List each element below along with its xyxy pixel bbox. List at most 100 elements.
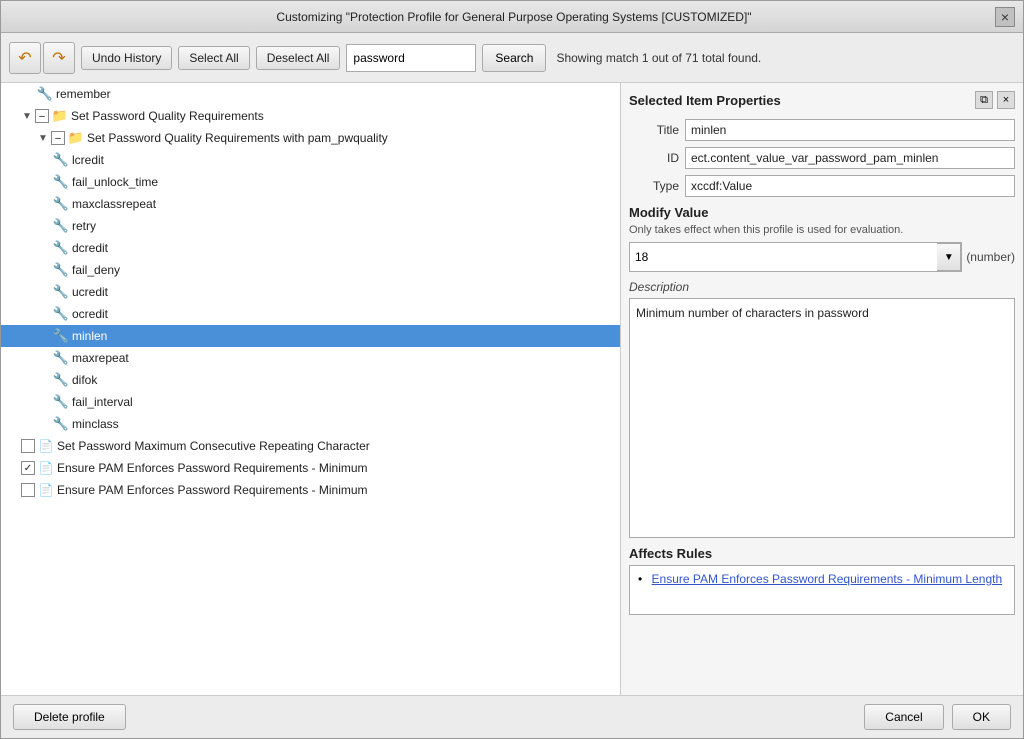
- delete-profile-button[interactable]: Delete profile: [13, 704, 126, 730]
- minus-checkbox: –: [35, 109, 49, 123]
- wrench-icon: 🔧: [53, 416, 69, 432]
- tree-item-label: difok: [72, 373, 97, 387]
- affects-section: Affects Rules • Ensure PAM Enforces Pass…: [629, 546, 1015, 615]
- tree-item-label: ocredit: [72, 307, 108, 321]
- bullet: •: [638, 572, 642, 586]
- wrench-icon: 🔧: [53, 284, 69, 300]
- ok-button[interactable]: OK: [952, 704, 1011, 730]
- undo-button[interactable]: ↶: [9, 42, 41, 74]
- checkbox-empty: [21, 483, 35, 497]
- undo-icon: ↶: [18, 48, 31, 68]
- tree-item-set-password-pam[interactable]: ▼ – 📁 Set Password Quality Requirements …: [1, 127, 620, 149]
- properties-close-button[interactable]: ×: [997, 91, 1015, 109]
- search-input[interactable]: [346, 44, 476, 72]
- cancel-button[interactable]: Cancel: [864, 704, 943, 730]
- toolbar: ↶ ↷ Undo History Select All Deselect All…: [1, 33, 1023, 83]
- description-box: Minimum number of characters in password: [629, 298, 1015, 538]
- value-row: ▼ (number): [629, 242, 1015, 272]
- tree-item-label: dcredit: [72, 241, 108, 255]
- checkbox-checked: ✓: [21, 461, 35, 475]
- close-button[interactable]: ×: [995, 7, 1015, 27]
- tree-item-label: maxclassrepeat: [72, 197, 156, 211]
- tree-item-fail-deny[interactable]: 🔧 fail_deny: [1, 259, 620, 281]
- id-field[interactable]: [685, 147, 1015, 169]
- tree-content[interactable]: 🔧 remember ▼ – 📁 Set Password Quality Re…: [1, 83, 620, 501]
- modify-value-title: Modify Value: [629, 205, 1015, 220]
- tree-item-label: minlen: [72, 329, 107, 343]
- doc-icon: 📄: [38, 482, 54, 498]
- id-label: ID: [629, 151, 679, 165]
- search-button[interactable]: Search: [482, 44, 546, 72]
- deselect-all-button[interactable]: Deselect All: [256, 46, 341, 70]
- value-unit: (number): [966, 250, 1015, 264]
- select-all-button[interactable]: Select All: [178, 46, 249, 70]
- title-bar: Customizing "Protection Profile for Gene…: [1, 1, 1023, 33]
- type-field[interactable]: [685, 175, 1015, 197]
- tree-item-label: minclass: [72, 417, 119, 431]
- tree-item-maxrepeat[interactable]: 🔧 maxrepeat: [1, 347, 620, 369]
- tree-item-ucredit[interactable]: 🔧 ucredit: [1, 281, 620, 303]
- tree-item-fail-interval[interactable]: 🔧 fail_interval: [1, 391, 620, 413]
- tree-item-label: remember: [56, 87, 111, 101]
- main-window: Customizing "Protection Profile for Gene…: [0, 0, 1024, 739]
- search-result-text: Showing match 1 out of 71 total found.: [556, 51, 761, 65]
- tree-item-minlen[interactable]: 🔧 minlen: [1, 325, 620, 347]
- properties-header: Selected Item Properties ⧉ ×: [629, 91, 1015, 109]
- properties-controls: ⧉ ×: [975, 91, 1015, 109]
- wrench-icon: 🔧: [53, 372, 69, 388]
- folder-icon: 📁: [52, 108, 68, 124]
- tree-item-maxclassrepeat[interactable]: 🔧 maxclassrepeat: [1, 193, 620, 215]
- redo-button[interactable]: ↷: [43, 42, 75, 74]
- affects-link[interactable]: Ensure PAM Enforces Password Requirement…: [652, 572, 1003, 586]
- tree-item-difok[interactable]: 🔧 difok: [1, 369, 620, 391]
- properties-panel: Selected Item Properties ⧉ × Title ID Ty…: [621, 83, 1023, 695]
- tree-item-fail-unlock-time[interactable]: 🔧 fail_unlock_time: [1, 171, 620, 193]
- undo-history-button[interactable]: Undo History: [81, 46, 172, 70]
- wrench-icon: 🔧: [53, 174, 69, 190]
- redo-icon: ↷: [52, 48, 65, 68]
- tree-item-label: Set Password Quality Requirements: [71, 109, 264, 123]
- tree-item-lcredit[interactable]: 🔧 lcredit: [1, 149, 620, 171]
- tree-item-ensure-pam-min2[interactable]: 📄 Ensure PAM Enforces Password Requireme…: [1, 479, 620, 501]
- modify-value-subtitle: Only takes effect when this profile is u…: [629, 224, 1015, 236]
- doc-icon: 📄: [38, 460, 54, 476]
- title-label: Title: [629, 123, 679, 137]
- wrench-icon: 🔧: [53, 328, 69, 344]
- tree-item-retry[interactable]: 🔧 retry: [1, 215, 620, 237]
- tree-item-remember[interactable]: 🔧 remember: [1, 83, 620, 105]
- affects-title: Affects Rules: [629, 546, 1015, 561]
- description-text: Minimum number of characters in password: [636, 306, 869, 320]
- tree-item-label: maxrepeat: [72, 351, 129, 365]
- description-label: Description: [629, 280, 1015, 294]
- minus-checkbox: –: [51, 131, 65, 145]
- wrench-icon: 🔧: [53, 350, 69, 366]
- tree-item-label: fail_unlock_time: [72, 175, 158, 189]
- expand-arrow: ▼: [37, 132, 49, 144]
- tree-item-set-password-quality[interactable]: ▼ – 📁 Set Password Quality Requirements: [1, 105, 620, 127]
- window-title: Customizing "Protection Profile for Gene…: [33, 10, 995, 24]
- tree-item-set-password-max[interactable]: 📄 Set Password Maximum Consecutive Repea…: [1, 435, 620, 457]
- title-field[interactable]: [685, 119, 1015, 141]
- undo-redo-group: ↶ ↷: [9, 42, 75, 74]
- expand-arrow: ▼: [21, 110, 33, 122]
- wrench-icon: 🔧: [53, 240, 69, 256]
- value-dropdown-button[interactable]: ▼: [937, 243, 961, 271]
- tree-item-dcredit[interactable]: 🔧 dcredit: [1, 237, 620, 259]
- tree-item-label: Set Password Quality Requirements with p…: [87, 131, 388, 145]
- checkbox-empty: [21, 439, 35, 453]
- modify-value-section: Modify Value Only takes effect when this…: [629, 205, 1015, 272]
- value-input[interactable]: [630, 243, 937, 271]
- wrench-icon: 🔧: [37, 86, 53, 102]
- wrench-icon: 🔧: [53, 262, 69, 278]
- properties-panel-title: Selected Item Properties: [629, 93, 781, 108]
- tree-item-label: fail_interval: [72, 395, 133, 409]
- tree-item-label: retry: [72, 219, 96, 233]
- wrench-icon: 🔧: [53, 394, 69, 410]
- wrench-icon: 🔧: [53, 196, 69, 212]
- wrench-icon: 🔧: [53, 152, 69, 168]
- tree-item-ocredit[interactable]: 🔧 ocredit: [1, 303, 620, 325]
- tree-item-label: lcredit: [72, 153, 104, 167]
- properties-restore-button[interactable]: ⧉: [975, 91, 993, 109]
- tree-item-minclass[interactable]: 🔧 minclass: [1, 413, 620, 435]
- tree-item-ensure-pam-min[interactable]: ✓ 📄 Ensure PAM Enforces Password Require…: [1, 457, 620, 479]
